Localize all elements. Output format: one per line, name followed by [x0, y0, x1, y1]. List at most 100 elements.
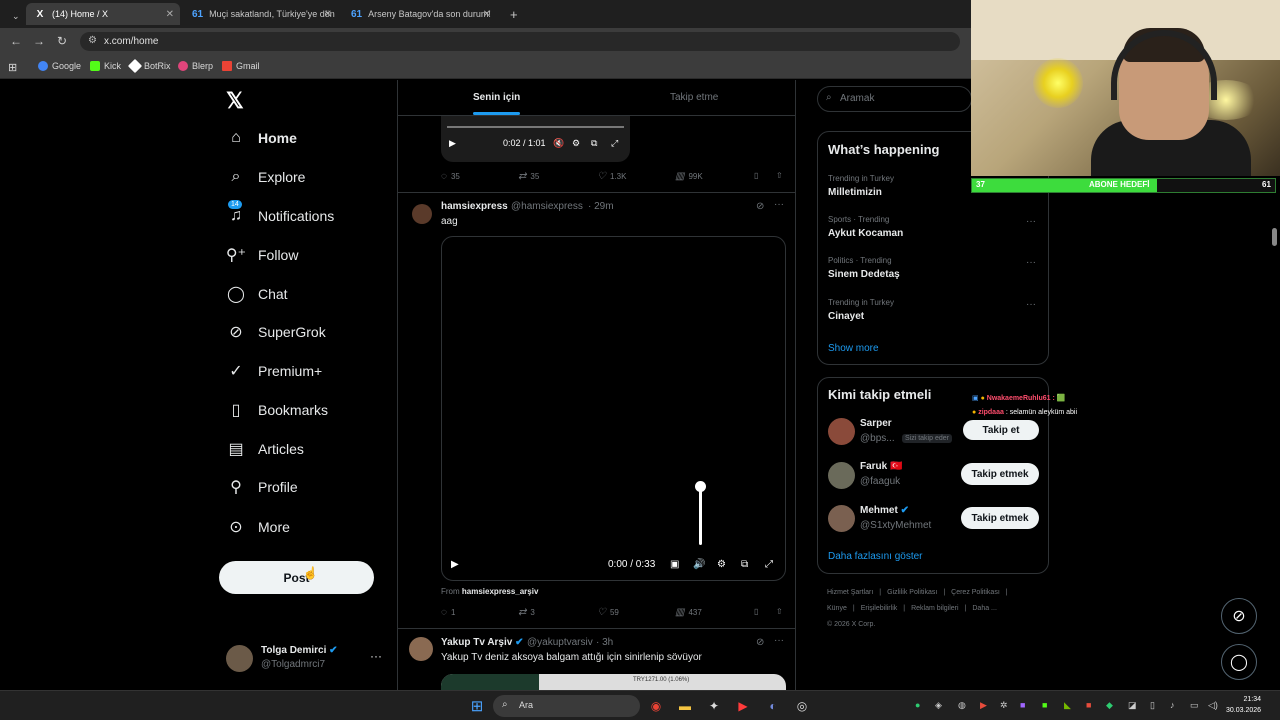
nvidia-icon[interactable]: ◣ [1064, 700, 1071, 711]
follow-button[interactable]: Takip et [963, 420, 1039, 440]
new-tab-button[interactable]: + [502, 3, 526, 25]
play-icon[interactable]: ▶ [451, 559, 459, 570]
post-author-handle[interactable]: @yakuptvarsiv [527, 637, 593, 648]
video-source[interactable]: From hamsiexpress_arşiv [441, 587, 538, 596]
tray-icon[interactable]: ◍ [958, 700, 966, 711]
reply-button[interactable]: ◌ 1 [441, 607, 455, 618]
folder-icon[interactable]: ▬ [676, 697, 694, 715]
play-icon[interactable]: ▶ [449, 138, 456, 149]
footer-link[interactable]: Hizmet Şartları [827, 589, 873, 596]
forward-icon[interactable]: → [33, 34, 45, 48]
mute-icon[interactable]: 🔇 [553, 138, 564, 149]
follow-button[interactable]: Takip etmek [961, 463, 1039, 485]
footer-link[interactable]: Daha ... [972, 605, 997, 612]
post-author-handle[interactable]: @hamsiexpress [511, 201, 583, 212]
more-icon[interactable]: ··· [1026, 257, 1036, 268]
show-more-link[interactable]: Show more [828, 343, 879, 354]
tray-icon[interactable]: ■ [1086, 700, 1091, 710]
previous-video[interactable]: ▶ 0:02 / 1:01 🔇 ⚙ ⧉ ⤢ [441, 116, 630, 162]
user-handle[interactable]: @faaguk [860, 476, 900, 487]
post-media-thumbnail[interactable]: TRY1271.00 (1.06%) [441, 674, 786, 690]
settings-icon[interactable]: ⚙ [717, 559, 726, 570]
follow-button[interactable]: Takip etmek [961, 507, 1039, 529]
nav-bookmarks[interactable]: ▯ Bookmarks [226, 396, 328, 424]
grok-icon[interactable]: ⊘ [756, 201, 764, 212]
views-button[interactable]: ▥ 437 [675, 607, 702, 618]
tab-for-you[interactable]: Senin için [473, 92, 521, 115]
tray-icon[interactable]: ● [915, 700, 920, 710]
tray-icon[interactable]: ◪ [1128, 700, 1137, 711]
like-button[interactable]: ♡ 59 [597, 607, 619, 618]
user-handle[interactable]: @S1xtyMehmet [860, 520, 931, 531]
tab-batagov[interactable]: 61 Arseny Batagov'da son durum! ✕ [343, 3, 497, 25]
avatar[interactable] [409, 637, 433, 661]
user-name[interactable]: Sarper [860, 418, 892, 429]
nav-profile[interactable]: ⚲ Profile [226, 473, 298, 501]
volume-icon[interactable]: 🔊 [693, 559, 705, 570]
more-icon[interactable]: ··· [370, 649, 382, 663]
views-button[interactable]: ▥ 99K [675, 171, 703, 182]
scrollbar[interactable] [1272, 228, 1277, 246]
avatar[interactable] [828, 505, 855, 532]
volume-slider[interactable] [699, 487, 702, 545]
site-info-icon[interactable]: ⚙ [88, 35, 97, 46]
avatar[interactable] [828, 462, 855, 489]
back-icon[interactable]: ← [10, 34, 22, 48]
volume-icon[interactable]: ◁) [1208, 700, 1218, 711]
nav-more[interactable]: ⊙ More [226, 513, 290, 541]
grok-button[interactable]: ⊘ [1221, 598, 1257, 634]
video-player[interactable]: ▶ 0:00 / 0:33 ▣ 🔊 ⚙ ⧉ ⤢ [441, 236, 786, 581]
nav-supergrok[interactable]: ⊘ SuperGrok [226, 318, 325, 346]
more-icon[interactable]: ··· [1026, 299, 1036, 310]
pip-icon[interactable]: ⧉ [591, 138, 597, 149]
steam-icon[interactable]: ◈ [935, 700, 942, 711]
system-clock[interactable]: 21:34 30.03.2026 [1226, 694, 1261, 716]
tab-home-x[interactable]: X (14) Home / X ✕ [26, 3, 180, 25]
app-icon[interactable]: ✦ [705, 697, 723, 715]
chrome-icon[interactable]: ◉ [647, 697, 665, 715]
pip-icon[interactable]: ⧉ [741, 559, 748, 570]
network-icon[interactable]: ▭ [1190, 700, 1199, 711]
nav-premium[interactable]: ✓ Premium+ [226, 357, 322, 385]
repost-button[interactable]: ⇄ 35 [518, 171, 539, 182]
reload-icon[interactable]: ↻ [57, 34, 67, 48]
youtube-icon[interactable]: ▶ [734, 697, 752, 715]
footer-link[interactable]: Reklam bilgileri [911, 605, 958, 612]
post-author-name[interactable]: hamsiexpress [441, 201, 508, 212]
share-button[interactable]: ⇧ [776, 171, 783, 180]
settings-icon[interactable]: ⚙ [572, 138, 580, 149]
grok-icon[interactable]: ⊘ [756, 637, 764, 648]
taskbar-search[interactable]: ⌕ Ara [493, 695, 640, 717]
reply-button[interactable]: ◌ 35 [441, 171, 460, 182]
more-icon[interactable]: ··· [1026, 216, 1036, 227]
nav-chat[interactable]: ◯ Chat [226, 280, 288, 308]
kick-tray-icon[interactable]: ■ [1042, 700, 1047, 710]
user-name[interactable]: Mehmet ✔ [860, 505, 909, 516]
messages-button[interactable]: ◯ [1221, 644, 1257, 680]
tray-icon[interactable]: ▶ [980, 700, 987, 711]
tray-icon[interactable]: ✲ [1000, 700, 1008, 711]
bookmark-botrix[interactable]: BotRix [127, 58, 171, 74]
nav-explore[interactable]: ⌕ Explore [226, 163, 306, 191]
share-button[interactable]: ⇧ [776, 607, 783, 616]
search-input[interactable]: ⌕ Aramak [817, 86, 972, 112]
captions-icon[interactable]: ▣ [670, 559, 679, 570]
bookmark-gmail[interactable]: Gmail [222, 61, 260, 71]
bookmark-button[interactable]: ▯ [754, 171, 758, 180]
avatar[interactable] [412, 204, 432, 224]
repost-button[interactable]: ⇄ 3 [518, 607, 535, 618]
account-switcher[interactable]: Tolga Demirci ✔ @Tolgadmrci7 ··· [226, 643, 386, 673]
post-button[interactable]: Post [219, 561, 374, 594]
footer-link[interactable]: Gizlilik Politikası [887, 589, 937, 596]
avatar[interactable] [828, 418, 855, 445]
url-field[interactable]: ⚙ x.com/home [80, 32, 960, 51]
more-icon[interactable]: ··· [774, 635, 784, 646]
show-more-link[interactable]: Daha fazlasını göster [828, 551, 923, 562]
bookmark-blerp[interactable]: Blerp [178, 61, 213, 71]
more-icon[interactable]: ··· [774, 199, 784, 210]
tab-muci[interactable]: 61 Muçi sakatlandı, Türkiye'ye dön ✕ [184, 3, 338, 25]
like-button[interactable]: ♡ 1.3K [597, 171, 626, 182]
battery-icon[interactable]: ▯ [1150, 700, 1155, 711]
windows-start-icon[interactable]: ⊞ [468, 697, 486, 715]
apps-icon[interactable]: ⊞ [8, 61, 17, 74]
